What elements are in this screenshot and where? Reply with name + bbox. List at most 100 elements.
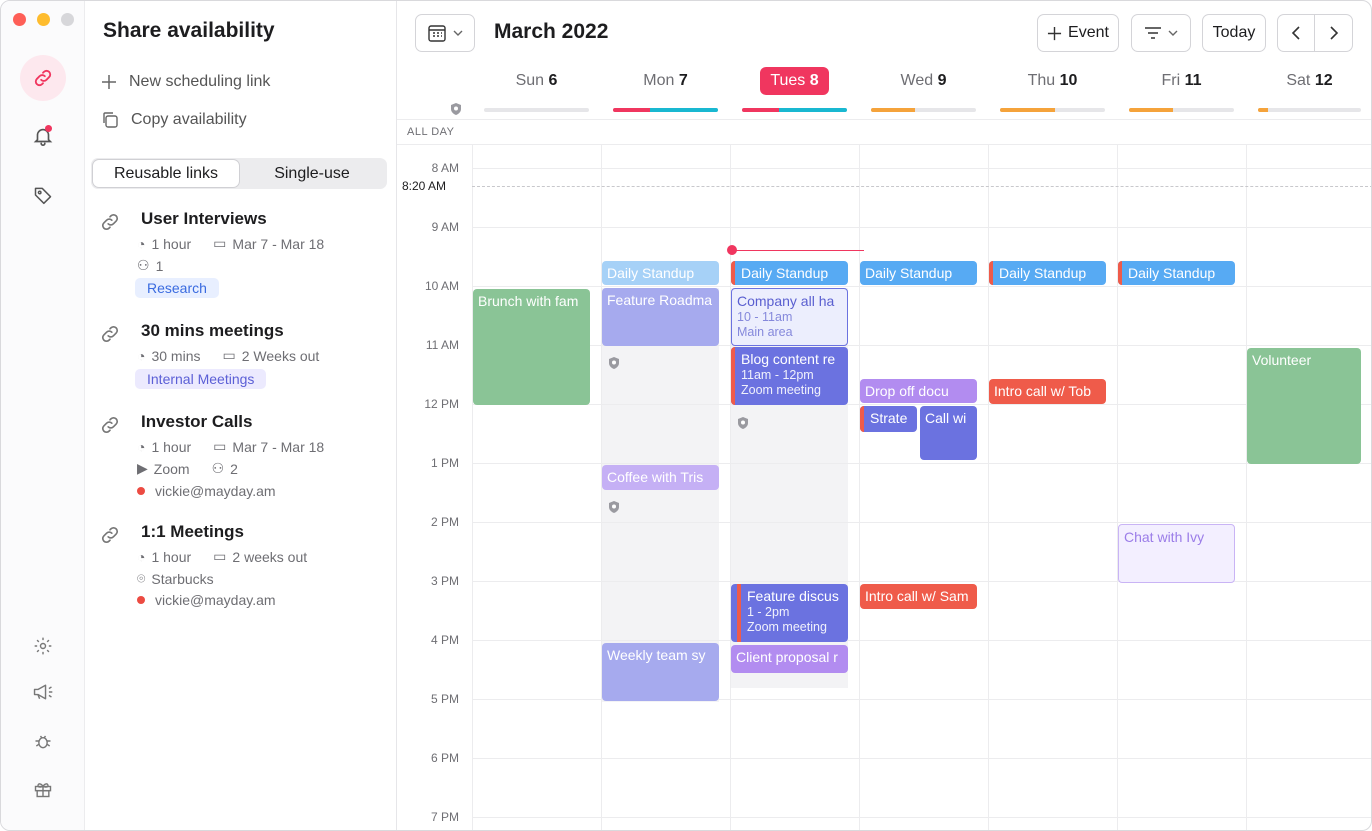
event-weekly-team-sync[interactable]: Weekly team sy xyxy=(602,643,719,701)
calendar-view: March 2022 Event Today Sun 6 Mon 7 Tues … xyxy=(397,1,1371,830)
chevron-down-icon xyxy=(453,30,463,36)
day-header-thu[interactable]: Thu 10 xyxy=(988,67,1117,115)
day-header-tue-today[interactable]: Tues 8 xyxy=(730,67,859,115)
link-meta: ◔ 1 hour ▭ Mar 7 - Mar 18 xyxy=(137,438,325,455)
day-load-bar xyxy=(1129,108,1234,112)
link-title: 30 mins meetings xyxy=(141,321,284,340)
zoom-window-button[interactable] xyxy=(61,13,74,26)
video-icon: ▶ xyxy=(137,460,148,476)
person-icon: ⚇ xyxy=(137,257,150,273)
share-availability-panel: Share availability New scheduling link C… xyxy=(85,1,397,830)
filter-button[interactable] xyxy=(1131,14,1191,52)
notification-badge xyxy=(45,125,52,132)
minimize-window-button[interactable] xyxy=(37,13,50,26)
link-meta: ◔ 1 hour ▭ Mar 7 - Mar 18 xyxy=(137,235,325,252)
clock-icon: ◔ xyxy=(137,548,146,565)
link-title: User Interviews xyxy=(141,209,267,228)
event-client-proposal[interactable]: Client proposal r xyxy=(731,645,848,673)
event-volunteer[interactable]: Volunteer xyxy=(1247,348,1361,464)
scheduling-link-item[interactable]: 30 mins meetings ◔ 30 mins ▭ 2 Weeks out I… xyxy=(99,321,389,391)
event-brunch[interactable]: Brunch with fam xyxy=(473,289,590,405)
event-call[interactable]: Call wi xyxy=(920,406,977,460)
event-daily-standup[interactable]: Daily Standup xyxy=(602,261,719,285)
notifications-nav[interactable] xyxy=(20,113,66,159)
day-header-sun[interactable]: Sun 6 xyxy=(472,67,601,115)
event-coffee[interactable]: Coffee with Tris xyxy=(602,465,719,490)
location-pin-icon: ⌾ xyxy=(137,570,146,586)
calendar-color-dot xyxy=(137,487,145,495)
share-link-nav[interactable] xyxy=(20,55,66,101)
scheduling-link-item[interactable]: User Interviews ◔ 1 hour ▭ Mar 7 - Mar 18 … xyxy=(99,209,389,299)
bug-icon xyxy=(35,735,51,749)
chevron-right-icon xyxy=(1329,26,1338,40)
scheduling-link-item[interactable]: Investor Calls ◔ 1 hour ▭ Mar 7 - Mar 18 ▶… xyxy=(99,412,389,502)
tab-reusable-links[interactable]: Reusable links xyxy=(93,160,239,187)
calendar-grid-icon xyxy=(428,25,446,42)
day-load-bar xyxy=(742,108,847,112)
day-load-bar xyxy=(484,108,589,112)
current-time-line xyxy=(472,186,1371,187)
clock-icon: ◔ xyxy=(137,235,146,252)
event-strategy[interactable]: Strate xyxy=(860,406,917,432)
view-picker-button[interactable] xyxy=(415,14,475,52)
hour-label: 3 PM xyxy=(430,574,459,588)
new-link-label: New scheduling link xyxy=(129,73,271,90)
all-day-row[interactable]: ALL DAY xyxy=(397,119,1371,145)
event-feature-roadmap[interactable]: Feature Roadma xyxy=(602,288,719,346)
scheduling-link-item[interactable]: 1:1 Meetings ◔ 1 hour ▭ 2 weeks out ⌾ Starb… xyxy=(99,522,389,612)
calendar-icon: ▭ xyxy=(213,548,227,564)
plus-icon xyxy=(1047,26,1062,40)
today-marker-line xyxy=(734,250,864,251)
event-blog-content[interactable]: Blog content re 11am - 12pm Zoom meeting xyxy=(731,347,848,405)
day-header-mon[interactable]: Mon 7 xyxy=(601,67,730,115)
hour-label: 5 PM xyxy=(430,692,459,706)
day-header-sat[interactable]: Sat 12 xyxy=(1246,67,1371,115)
hour-label: 12 PM xyxy=(424,397,459,411)
event-intro-call-sam[interactable]: Intro call w/ Sam xyxy=(860,584,977,609)
link-icon xyxy=(101,526,119,544)
copy-availability-button[interactable]: Copy availability xyxy=(101,111,247,129)
event-chat-with-ivy[interactable]: Chat with Ivy xyxy=(1118,524,1235,583)
tags-nav[interactable] xyxy=(20,172,66,218)
link-icon xyxy=(101,213,119,231)
event-daily-standup[interactable]: Daily Standup xyxy=(1118,261,1235,285)
link-icon xyxy=(101,416,119,434)
link-meta-people: ⚇ 1 xyxy=(137,257,164,274)
week-grid[interactable]: 8 AM 9 AM 10 AM 11 AM 12 PM 1 PM 2 PM 3 … xyxy=(397,145,1371,830)
bug-report-nav[interactable] xyxy=(20,718,66,764)
new-event-button[interactable]: Event xyxy=(1037,14,1119,52)
announcements-nav[interactable] xyxy=(20,669,66,715)
link-meta: ◔ 30 mins ▭ 2 Weeks out xyxy=(137,347,320,364)
event-label: Event xyxy=(1068,24,1109,41)
event-intro-call-tob[interactable]: Intro call w/ Tob xyxy=(989,379,1106,404)
event-daily-standup[interactable]: Daily Standup xyxy=(989,261,1106,285)
hour-label: 11 AM xyxy=(425,338,459,352)
link-title: Investor Calls xyxy=(141,412,253,431)
shield-icon xyxy=(609,501,619,513)
hour-label: 7 PM xyxy=(430,810,459,824)
hour-label: 8 AM xyxy=(431,161,459,175)
link-meta-location: ⌾ Starbucks xyxy=(137,570,214,587)
all-day-label: ALL DAY xyxy=(407,126,455,138)
chevron-left-icon xyxy=(1291,26,1300,40)
day-header-wed[interactable]: Wed 9 xyxy=(859,67,988,115)
event-feature-discussion[interactable]: Feature discus 1 - 2pm Zoom meeting xyxy=(731,584,848,642)
new-scheduling-link-button[interactable]: New scheduling link xyxy=(101,73,270,91)
event-daily-standup[interactable]: Daily Standup xyxy=(731,261,848,285)
gift-nav[interactable] xyxy=(20,766,66,812)
event-daily-standup[interactable]: Daily Standup xyxy=(860,261,977,285)
tab-single-use[interactable]: Single-use xyxy=(239,160,385,187)
day-header-fri[interactable]: Fri 11 xyxy=(1117,67,1246,115)
event-company-all-hands[interactable]: Company all ha 10 - 11am Main area xyxy=(731,288,848,346)
month-title: March 2022 xyxy=(494,20,609,43)
event-drop-off-documents[interactable]: Drop off docu xyxy=(860,379,977,403)
day-load-bar xyxy=(613,108,718,112)
next-week-button[interactable] xyxy=(1315,15,1352,51)
shield-icon xyxy=(609,357,619,369)
today-button[interactable]: Today xyxy=(1202,14,1266,52)
current-time-label: 8:20 AM xyxy=(402,179,447,193)
prev-week-button[interactable] xyxy=(1278,15,1316,51)
day-load-bar xyxy=(1258,108,1361,112)
close-window-button[interactable] xyxy=(13,13,26,26)
settings-nav[interactable] xyxy=(20,623,66,669)
